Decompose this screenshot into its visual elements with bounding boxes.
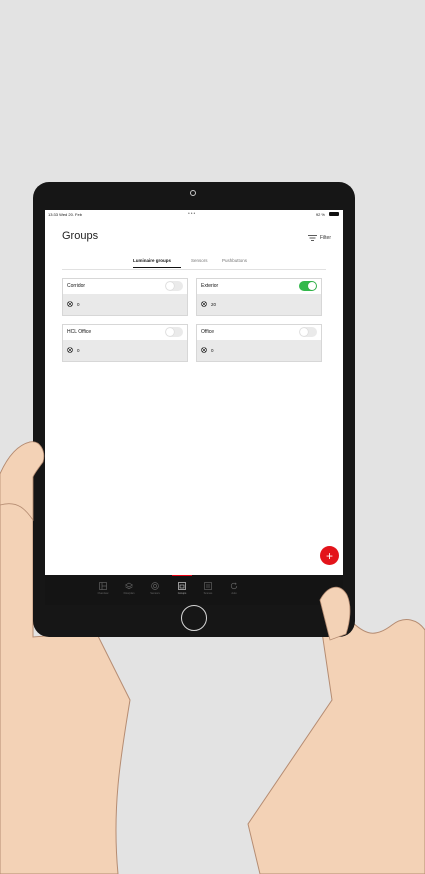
- nav-label: Auto: [231, 592, 237, 595]
- nav-item-auto[interactable]: Auto: [224, 582, 244, 602]
- page-title: Groups: [62, 230, 99, 242]
- layers-icon: [125, 582, 133, 590]
- group-card-corridor[interactable]: Corridor 0: [62, 278, 188, 316]
- scenes-icon: [204, 582, 212, 590]
- nav-label: Sensors: [150, 592, 160, 595]
- luminaire-count: 0: [77, 347, 80, 353]
- tablet-device: 13:33 Wed 20. Feb ••• 92 % Groups Filter…: [33, 182, 355, 637]
- nav-item-sensors[interactable]: Sensors: [145, 582, 165, 602]
- group-toggle[interactable]: [299, 281, 317, 291]
- group-name: Corridor: [67, 283, 86, 289]
- luminaire-count: 0: [211, 347, 214, 353]
- grid-icon: [178, 582, 186, 590]
- filter-button[interactable]: Filter: [307, 234, 331, 242]
- nav-item-groups[interactable]: Groups: [172, 582, 192, 602]
- home-button[interactable]: [181, 605, 207, 631]
- app-screen: 13:33 Wed 20. Feb ••• 92 % Groups Filter…: [45, 210, 343, 605]
- nav-label: Groups: [177, 592, 187, 595]
- nav-label: Overview: [97, 592, 109, 595]
- tabs-divider: [62, 269, 326, 270]
- luminaire-icon: [201, 347, 207, 353]
- layout-icon: [99, 582, 107, 590]
- tab-pushbuttons[interactable]: Pushbuttons: [222, 258, 247, 263]
- filter-label: Filter: [319, 235, 331, 241]
- bottom-navigation: Overview Floorplan Sensors Groups Scenes: [45, 575, 343, 605]
- stage: 13:33 Wed 20. Feb ••• 92 % Groups Filter…: [0, 0, 425, 874]
- nav-label: Floorplan: [123, 592, 135, 595]
- multitasking-dots-icon[interactable]: •••: [188, 211, 196, 217]
- auto-icon: [230, 582, 238, 590]
- luminaire-count: 20: [211, 301, 217, 307]
- status-bar: 13:33 Wed 20. Feb ••• 92 %: [45, 210, 343, 218]
- group-card-exterior[interactable]: Exterior 20: [196, 278, 322, 316]
- group-name: Exterior: [201, 283, 219, 289]
- add-group-button[interactable]: +: [320, 546, 339, 565]
- group-card-hcl-office[interactable]: HCL Office 0: [62, 324, 188, 362]
- status-time: 13:33 Wed 20. Feb: [48, 212, 82, 217]
- group-toggle[interactable]: [165, 281, 183, 291]
- group-name: HCL Office: [67, 329, 92, 335]
- tab-luminaire-groups[interactable]: Luminaire groups: [133, 258, 171, 263]
- nav-item-scenes[interactable]: Scenes: [198, 582, 218, 602]
- luminaire-icon: [67, 347, 73, 353]
- luminaire-count: 0: [77, 301, 80, 307]
- nav-active-indicator: [172, 575, 192, 576]
- luminaire-icon: [67, 301, 73, 307]
- battery-icon: [329, 212, 339, 216]
- filter-icon: [307, 235, 317, 241]
- target-icon: [151, 582, 159, 590]
- luminaire-icon: [201, 301, 207, 307]
- nav-item-overview[interactable]: Overview: [93, 582, 113, 602]
- group-name: Office: [201, 329, 214, 335]
- battery-percent: 92 %: [315, 212, 325, 217]
- group-toggle[interactable]: [299, 327, 317, 337]
- tab-sensors[interactable]: Sensors: [191, 258, 208, 263]
- nav-label: Scenes: [203, 592, 213, 595]
- nav-item-floorplan[interactable]: Floorplan: [119, 582, 139, 602]
- group-card-office[interactable]: Office 0: [196, 324, 322, 362]
- plus-icon: +: [325, 548, 333, 563]
- group-toggle[interactable]: [165, 327, 183, 337]
- active-tab-indicator: [133, 267, 181, 268]
- camera-icon: [190, 190, 196, 196]
